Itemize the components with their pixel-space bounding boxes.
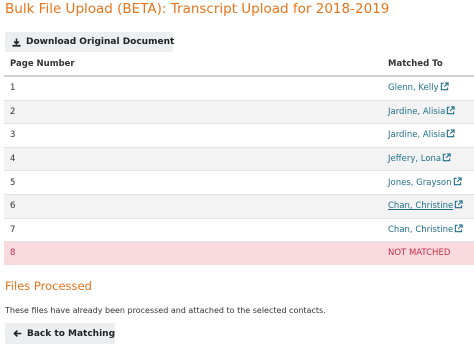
external-link-icon xyxy=(442,153,451,165)
external-link-icon xyxy=(440,82,449,94)
page-number-cell: 5 xyxy=(4,170,388,195)
table-row: 6 Chan, Christine xyxy=(4,193,474,219)
download-original-button[interactable]: Download Original Document xyxy=(5,32,175,52)
page-number-cell: 1 xyxy=(4,75,388,101)
contact-link[interactable]: Jardine, Alisia xyxy=(388,106,456,118)
table-row: 1 Glenn, Kelly xyxy=(4,75,474,101)
matched-to-cell: Jardine, Alisia xyxy=(388,99,474,124)
files-processed-message: These files have already been processed … xyxy=(5,306,326,315)
page-number-cell: 7 xyxy=(4,217,388,242)
back-to-matching-button[interactable]: Back to Matching xyxy=(5,323,115,344)
table-row: 7 Chan, Christine xyxy=(4,217,474,242)
page-number-cell: 2 xyxy=(4,99,388,124)
external-link-icon xyxy=(446,106,456,118)
contact-link[interactable]: Jones, Grayson xyxy=(388,177,462,189)
table-row: 2 Jardine, Alisia xyxy=(4,99,474,124)
page-title: Bulk File Upload (BETA): Transcript Uplo… xyxy=(5,1,390,17)
external-link-icon xyxy=(453,177,462,189)
page-number-cell: 4 xyxy=(4,146,388,171)
table-row-unmatched: 8 NOT MATCHED xyxy=(4,241,474,265)
column-header-page-number: Page Number xyxy=(4,53,388,77)
not-matched-status: NOT MATCHED xyxy=(388,241,474,265)
external-link-icon xyxy=(454,200,463,212)
files-processed-heading: Files Processed xyxy=(5,279,92,293)
matched-to-cell: Jeffery, Lona xyxy=(388,146,474,171)
table-row: 4 Jeffery, Lona xyxy=(4,146,474,171)
table-header-row: Page Number Matched To xyxy=(4,53,474,77)
download-original-label: Download Original Document xyxy=(26,37,175,47)
contact-link[interactable]: Jardine, Alisia xyxy=(388,129,456,141)
column-header-matched-to: Matched To xyxy=(388,53,474,77)
contact-link[interactable]: Glenn, Kelly xyxy=(388,82,449,94)
contact-link[interactable]: Chan, Christine xyxy=(388,200,463,212)
table-row: 5 Jones, Grayson xyxy=(4,170,474,195)
download-icon xyxy=(12,37,21,47)
page-match-table: Page Number Matched To 1 Glenn, Kelly 2 … xyxy=(4,53,474,265)
page-number-cell: 8 xyxy=(4,241,388,265)
matched-to-cell: Jones, Grayson xyxy=(388,170,474,195)
arrow-left-icon xyxy=(13,329,22,338)
back-to-matching-label: Back to Matching xyxy=(27,328,116,339)
page-number-cell: 3 xyxy=(4,123,388,148)
matched-to-cell: Chan, Christine xyxy=(388,217,474,242)
matched-to-cell: Chan, Christine xyxy=(388,193,474,219)
matched-to-cell: Jardine, Alisia xyxy=(388,123,474,148)
contact-link[interactable]: Chan, Christine xyxy=(388,224,463,236)
page-number-cell: 6 xyxy=(4,193,388,219)
contact-link[interactable]: Jeffery, Lona xyxy=(388,153,451,165)
table-row: 3 Jardine, Alisia xyxy=(4,123,474,148)
matched-to-cell: Glenn, Kelly xyxy=(388,75,474,101)
external-link-icon xyxy=(454,224,463,236)
external-link-icon xyxy=(446,129,456,141)
